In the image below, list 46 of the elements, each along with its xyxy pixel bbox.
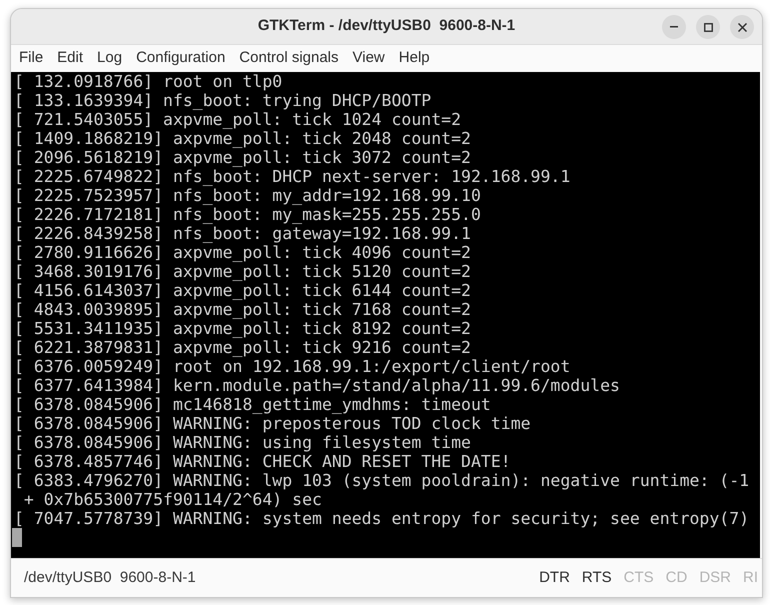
terminal-line: [ 1409.1868219] axpvme_poll: tick 2048 count=2 <box>14 129 471 148</box>
terminal-line: [ 7047.5778739] WARNING: system needs entropy for security; see entropy(7) <box>14 509 750 528</box>
terminal-line: [ 6376.0059249] root on 192.168.99.1:/export/client/root <box>14 357 570 376</box>
terminal-line: [ 3468.3019176] axpvme_poll: tick 5120 count=2 <box>14 262 471 281</box>
terminal-line: [ 2226.8439258] nfs_boot: gateway=192.168.99.1 <box>14 224 471 243</box>
close-icon <box>738 22 746 32</box>
close-button[interactable] <box>730 15 754 39</box>
signal-indicator: CD <box>666 568 688 588</box>
terminal-line: [ 4843.0039895] axpvme_poll: tick 7168 count=2 <box>14 300 471 319</box>
terminal-line: [ 132.0918766] root on tlp0 <box>14 72 282 91</box>
terminal-line: [ 2096.5618219] axpvme_poll: tick 3072 count=2 <box>14 148 471 167</box>
terminal-line: [ 2226.7172181] nfs_boot: my_mask=255.255.255.0 <box>14 205 481 224</box>
terminal-line: [ 6378.0845906] WARNING: using filesystem time <box>14 433 471 452</box>
signal-indicator: RTS <box>582 568 612 588</box>
terminal-line: + 0x7b65300775f90114/2^64) sec <box>22 490 322 509</box>
menu-item[interactable]: File <box>12 46 50 70</box>
menu-item[interactable]: Control signals <box>232 46 346 70</box>
menu-item[interactable]: Configuration <box>129 46 232 70</box>
terminal-line: [ 6378.4857746] WARNING: CHECK AND RESET THE DATE! <box>14 452 511 471</box>
minimize-button[interactable] <box>662 15 686 39</box>
terminal-line: [ 4156.6143037] axpvme_poll: tick 6144 count=2 <box>14 281 471 300</box>
terminal-line: [ 6221.3879831] axpvme_poll: tick 9216 count=2 <box>14 338 471 357</box>
terminal-line: [ 2225.7523957] nfs_boot: my_addr=192.168.99.10 <box>14 186 481 205</box>
menu-item[interactable]: View <box>346 46 392 70</box>
terminal-line: [ 2225.6749822] nfs_boot: DHCP next-server: 192.168.99.1 <box>14 167 570 186</box>
port-settings: /dev/ttyUSB0 9600-8-N-1 <box>24 568 196 588</box>
terminal-line: [ 133.1639394] nfs_boot: trying DHCP/BOOTP <box>14 91 432 110</box>
signal-indicator: CTS <box>624 568 654 588</box>
terminal-line: [ 6377.6413984] kern.module.path=/stand/alpha/11.99.6/modules <box>14 376 620 395</box>
terminal-line: [ 6378.0845906] mc146818_gettime_ymdhms: timeout <box>14 395 491 414</box>
minimize-icon <box>670 26 678 28</box>
terminal-line: [ 6383.4796270] WARNING: lwp 103 (system pooldrain): negative runtime: (-1 <box>14 471 750 490</box>
terminal-line: [ 5531.3411935] axpvme_poll: tick 8192 count=2 <box>14 319 471 338</box>
menu-item[interactable]: Edit <box>50 46 90 70</box>
terminal-line: [ 2780.9116626] axpvme_poll: tick 4096 count=2 <box>14 243 471 262</box>
menu-item[interactable]: Log <box>90 46 130 70</box>
window-title: GTKTerm - /dev/ttyUSB0 9600-8-N-1 <box>258 16 516 36</box>
text-cursor <box>12 528 22 547</box>
terminal-line: [ 721.5403055] axpvme_poll: tick 1024 count=2 <box>14 110 462 129</box>
signal-indicator: DSR <box>699 568 731 588</box>
maximize-icon <box>704 22 712 32</box>
menu-item[interactable]: Help <box>392 46 437 70</box>
maximize-button[interactable] <box>696 15 720 39</box>
signal-indicator: DTR <box>539 568 570 588</box>
terminal-line: [ 6378.0845906] WARNING: preposterous TOD clock time <box>14 414 531 433</box>
signal-indicator: RI <box>743 568 758 588</box>
